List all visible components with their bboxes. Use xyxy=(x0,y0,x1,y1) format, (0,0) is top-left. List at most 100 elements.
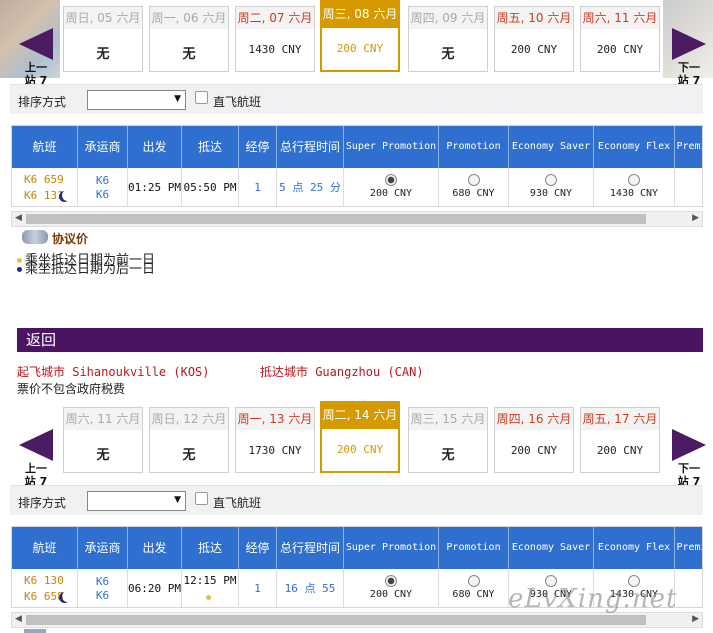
outbound-flight-table: 航班 承运商 出发 抵达 经停 总行程时间 Super Promotion Promotion… xyxy=(11,125,703,207)
fare-class-header: Promotion xyxy=(439,527,509,569)
handshake-icon-bottom xyxy=(24,629,46,633)
carrier-code: K6 xyxy=(95,188,110,201)
column-header-flight: 航班 xyxy=(12,126,78,168)
fare-radio[interactable] xyxy=(628,174,640,186)
date-label: 周四, 09 六月 xyxy=(409,7,487,29)
inbound-table-scrollbar[interactable]: ◀ ▶ xyxy=(11,612,703,628)
date-label: 周三, 08 六月 xyxy=(322,0,398,28)
scroll-thumb[interactable] xyxy=(26,615,646,625)
fare-radio[interactable] xyxy=(467,174,480,186)
next-week-button[interactable]: 下一 站 7 xyxy=(667,28,711,86)
date-label: 周五, 17 六月 xyxy=(581,408,659,430)
fare-radio[interactable] xyxy=(545,174,557,186)
date-cell: 周日, 12 六月无 xyxy=(149,407,229,473)
next-week-button-return[interactable]: 下一 站 7 xyxy=(667,429,711,487)
fare-class-header: Economy Flex xyxy=(594,527,675,569)
scroll-left-icon[interactable]: ◀ xyxy=(15,213,22,223)
scroll-right-icon[interactable]: ▶ xyxy=(692,213,699,223)
carrier-code: K6 xyxy=(95,589,110,602)
watermark: eLvXing.net xyxy=(508,584,678,614)
fare-radio[interactable] xyxy=(385,174,397,186)
date-price: 1730 CNY xyxy=(248,444,302,457)
fare-price: 680 CNY xyxy=(452,589,495,600)
depart-time: 06:20 PM xyxy=(128,569,182,607)
fare-class-header: Super Promotion xyxy=(344,527,439,569)
sort-label: 排序方式 xyxy=(18,95,67,109)
column-header-duration: 总行程时间 xyxy=(277,527,344,569)
date-label: 周六, 11 六月 xyxy=(581,7,659,29)
direct-flight-label[interactable]: 直飞航班 xyxy=(213,93,261,110)
duration: 16 点 55 分 xyxy=(277,569,344,607)
fare-class-header: Economy Saver xyxy=(509,527,594,569)
direct-flight-checkbox[interactable] xyxy=(195,91,208,104)
fare-price: 680 CNY xyxy=(452,188,495,199)
date-label: 周六, 11 六月 xyxy=(64,408,142,430)
column-header-depart: 出发 xyxy=(128,126,182,168)
return-cities: 起飞城市 Sihanoukville (KOS) 抵达城市 Guangzhou … xyxy=(17,363,424,380)
fare-class-header: Premiu xyxy=(675,126,702,168)
fare-cell[interactable]: 200 CNY xyxy=(344,168,439,206)
stops-link[interactable]: 1 (REP) xyxy=(239,168,277,206)
carrier-cell[interactable]: K6 K6 xyxy=(78,569,128,607)
negotiated-fare-label: 协议价 xyxy=(52,232,89,246)
prev-week-button-return[interactable]: 上一 站 7 xyxy=(14,429,58,487)
scroll-right-icon[interactable]: ▶ xyxy=(692,614,699,624)
carrier-code: K6 xyxy=(95,174,110,187)
column-header-arrive: 抵达 xyxy=(182,527,239,569)
date-cell[interactable]: 周一, 13 六月 1730 CNY xyxy=(235,407,315,473)
date-label: 周日, 12 六月 xyxy=(150,408,228,430)
date-price: 200 CNY xyxy=(596,444,644,457)
column-header-carrier: 承运商 xyxy=(78,527,128,569)
carrier-cell[interactable]: K6 K6 xyxy=(78,168,128,206)
date-cell[interactable]: 周六, 11 六月 200 CNY xyxy=(580,6,660,72)
date-cell[interactable]: 周三, 08 六月 200 CNY xyxy=(320,0,400,72)
date-cell[interactable]: 周五, 17 六月 200 CNY xyxy=(580,407,660,473)
carrier-code: K6 xyxy=(95,575,110,588)
date-price: 无 xyxy=(441,47,455,62)
date-label: 周二, 14 六月 xyxy=(322,401,398,429)
date-cell[interactable]: 周五, 10 六月 200 CNY xyxy=(494,6,574,72)
date-label: 周一, 06 六月 xyxy=(150,7,228,29)
fare-cell[interactable]: 680 CNY xyxy=(439,569,509,607)
fare-radio[interactable] xyxy=(467,575,480,587)
destination-city: 抵达城市 Guangzhou (CAN) xyxy=(259,365,424,379)
scroll-left-icon[interactable]: ◀ xyxy=(15,614,22,624)
night-moon-icon xyxy=(62,190,73,201)
flight-number-cell[interactable]: K6 659 K6 131 xyxy=(12,168,78,206)
stops-link[interactable]: 1 (REP) xyxy=(239,569,277,607)
origin-city: 起飞城市 Sihanoukville (KOS) xyxy=(17,365,210,379)
column-header-stops: 经停 xyxy=(239,527,277,569)
fare-price: 200 CNY xyxy=(369,589,413,600)
column-header-duration: 总行程时间 xyxy=(277,126,344,168)
next-label-1: 下一 xyxy=(678,61,700,74)
date-price: 无 xyxy=(96,448,110,463)
fare-radio[interactable] xyxy=(385,575,397,587)
date-cell[interactable]: 周四, 16 六月 200 CNY xyxy=(494,407,574,473)
legend-note-next-day: 乘坐抵达日期为后一日 xyxy=(25,262,156,277)
arrive-time-cell: 12:15 PM xyxy=(182,569,239,607)
outbound-table-scrollbar[interactable]: ◀ ▶ xyxy=(11,211,703,227)
scroll-thumb[interactable] xyxy=(26,214,646,224)
direct-flight-label[interactable]: 直飞航班 xyxy=(213,494,261,511)
fare-cell[interactable]: 930 CNY xyxy=(509,168,594,206)
fare-price: 1430 CNY xyxy=(609,188,659,199)
date-cell[interactable]: 周二, 14 六月 200 CNY xyxy=(320,401,400,473)
sort-select-return[interactable] xyxy=(87,491,186,511)
date-price: 200 CNY xyxy=(510,43,558,56)
sort-label: 排序方式 xyxy=(18,496,67,510)
date-label: 周五, 10 六月 xyxy=(495,7,573,29)
prev-week-button[interactable]: 上一 站 7 xyxy=(14,28,58,86)
fare-cell[interactable]: 1430 CNY xyxy=(594,168,675,206)
column-header-depart: 出发 xyxy=(128,527,182,569)
flight-number-cell[interactable]: K6 130 K6 658 xyxy=(12,569,78,607)
prev-label-1: 上一 xyxy=(25,61,47,74)
date-cell: 周三, 15 六月无 xyxy=(408,407,488,473)
arrow-left-icon xyxy=(19,429,53,461)
sort-select[interactable] xyxy=(87,90,186,110)
table-header: 航班 承运商 出发 抵达 经停 总行程时间 Super Promotion Promotion… xyxy=(12,126,702,168)
fare-cell[interactable]: 200 CNY xyxy=(344,569,439,607)
fare-cell[interactable]: 680 CNY xyxy=(439,168,509,206)
direct-flight-checkbox-return[interactable] xyxy=(195,492,208,505)
date-cell[interactable]: 周二, 07 六月 1430 CNY xyxy=(235,6,315,72)
night-moon-icon xyxy=(62,591,73,602)
